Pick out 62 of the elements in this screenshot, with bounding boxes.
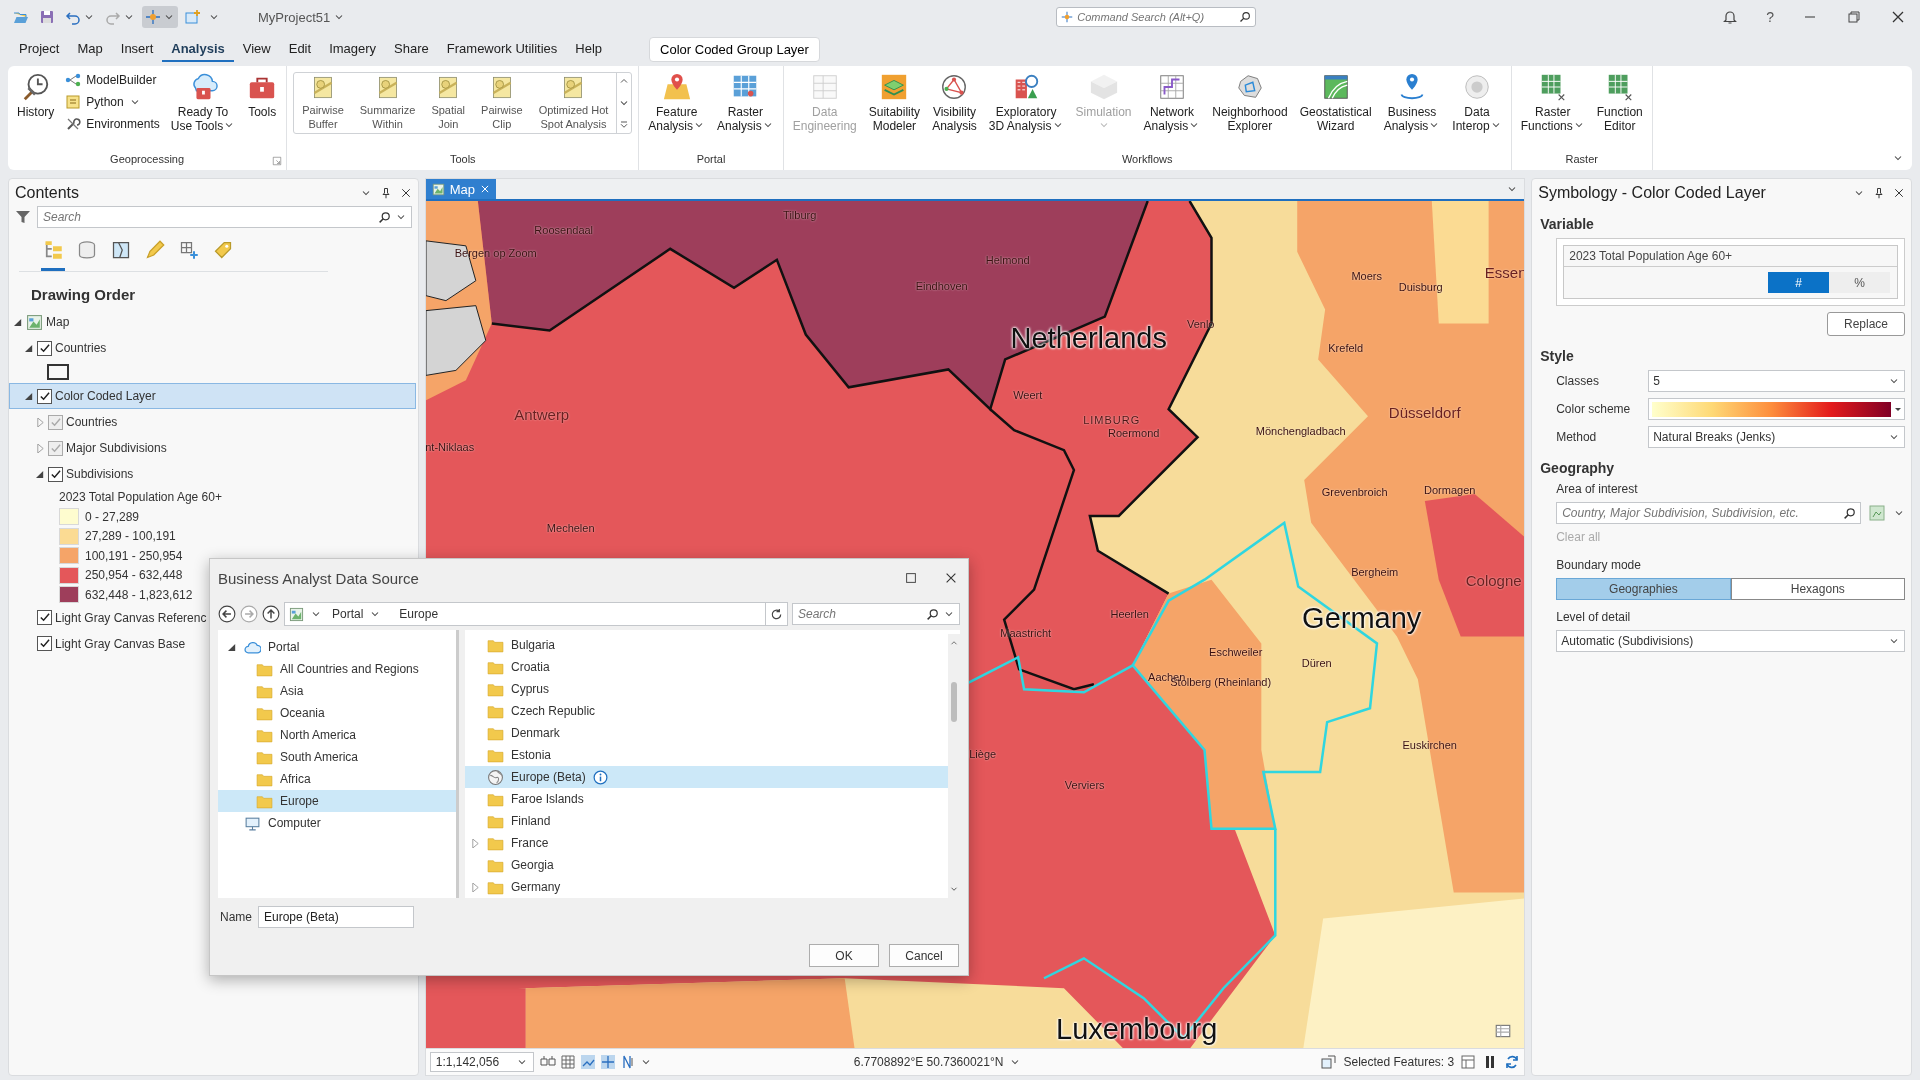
place-label: Mechelen bbox=[546, 522, 595, 534]
place-label: Moers bbox=[1351, 270, 1382, 282]
place-label: Roermond bbox=[1108, 427, 1160, 439]
legend-label: 100,191 - 250,954 bbox=[85, 548, 183, 563]
field-label: Level of detail bbox=[1556, 610, 1632, 624]
legend-label: 632,448 - 1,823,612 bbox=[85, 587, 193, 602]
place-label: Krefeld bbox=[1328, 342, 1364, 354]
place-label: LIMBURG bbox=[1083, 414, 1141, 426]
place-label: Heerlen bbox=[1110, 608, 1149, 620]
field-label: Color scheme bbox=[1556, 402, 1632, 416]
layer-name: Color Coded Layer bbox=[55, 389, 156, 403]
section-heading: Variable bbox=[1539, 215, 1595, 234]
field-label: Classes bbox=[1556, 374, 1600, 388]
group-title: Tools bbox=[448, 153, 477, 167]
coordinates-readout: 6.7708892°E 50.7360021°N bbox=[853, 1055, 1004, 1069]
group-title: Portal bbox=[695, 153, 727, 167]
field-label: Boundary mode bbox=[1556, 558, 1642, 572]
place-label: Liège bbox=[969, 748, 997, 760]
place-label: Antwerp bbox=[514, 405, 570, 423]
group-title: Raster bbox=[1564, 153, 1599, 167]
layer-name: Countries bbox=[55, 341, 107, 355]
section-heading: Style bbox=[1539, 347, 1575, 366]
pane-title: Symbology - Color Coded Layer bbox=[1538, 184, 1767, 202]
place-label: Mönchengladbach bbox=[1255, 425, 1346, 437]
place-label: Weert bbox=[1013, 389, 1043, 401]
field-label: Method bbox=[1556, 430, 1598, 444]
place-label: Tilburg bbox=[783, 209, 817, 221]
place-label: Bergen op Zoom bbox=[454, 247, 537, 259]
place-label: nt-Niklaas bbox=[425, 441, 475, 453]
place-label: Cologne bbox=[1465, 571, 1522, 589]
place-label: Euskirchen bbox=[1402, 739, 1457, 751]
place-label: Bergheim bbox=[1351, 566, 1399, 578]
pane-title: Contents bbox=[15, 184, 81, 202]
selected-features-count: Selected Features: 3 bbox=[1343, 1055, 1455, 1069]
place-label: Eschweiler bbox=[1209, 646, 1263, 658]
section-heading: Geography bbox=[1539, 459, 1616, 478]
place-label: Verviers bbox=[1064, 779, 1105, 791]
place-label: Eindhoven bbox=[915, 280, 968, 292]
legend-label: 27,289 - 100,191 bbox=[85, 529, 176, 544]
place-label: Düren bbox=[1301, 657, 1332, 669]
legend-title: 2023 Total Population Age 60+ bbox=[59, 489, 223, 506]
legend-label: 250,954 - 632,448 bbox=[85, 568, 183, 583]
group-title: Geoprocessing bbox=[109, 153, 186, 167]
layer-name: Subdivisions bbox=[66, 467, 134, 481]
place-label: Dormagen bbox=[1424, 484, 1476, 496]
dialog-title: Business Analyst Data Source bbox=[218, 569, 420, 587]
place-label: Roosendaal bbox=[534, 224, 594, 236]
field-label: Area of interest bbox=[1556, 482, 1639, 496]
place-label: Grevenbroich bbox=[1321, 486, 1388, 498]
place-label: Düsseldorf bbox=[1388, 403, 1461, 421]
layer-name: Countries bbox=[66, 415, 118, 429]
layer-name: Light Gray Canvas Base bbox=[55, 636, 186, 651]
layer-name: Major Subdivisions bbox=[66, 441, 167, 455]
layer-name: Light Gray Canvas Referenc bbox=[55, 610, 207, 625]
field-label: Name bbox=[220, 910, 252, 924]
place-label: Helmond bbox=[985, 254, 1030, 266]
place-label: Duisburg bbox=[1398, 281, 1443, 293]
legend-label: 0 - 27,289 bbox=[85, 509, 140, 524]
section-heading: Drawing Order bbox=[30, 285, 137, 305]
variable-name: 2023 Total Population Age 60+ bbox=[1564, 246, 1897, 267]
group-title: Workflows bbox=[1120, 153, 1174, 167]
layer-name: Map bbox=[46, 315, 70, 329]
